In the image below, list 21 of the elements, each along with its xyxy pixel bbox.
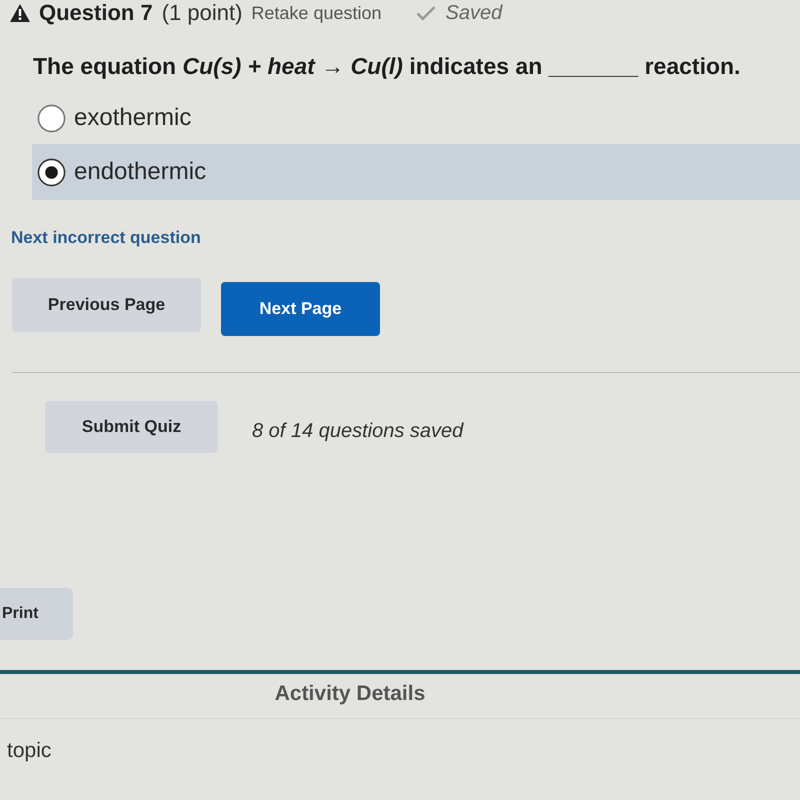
answer-option[interactable]: endothermic	[32, 144, 800, 200]
previous-page-button[interactable]: Previous Page	[12, 278, 201, 332]
saved-status: Saved	[446, 2, 502, 24]
check-icon	[414, 4, 436, 22]
submit-quiz-button[interactable]: Submit Quiz	[45, 401, 218, 453]
question-points: (1 point)	[162, 0, 242, 26]
next-incorrect-question-link[interactable]: Next incorrect question	[11, 228, 201, 248]
radio-button-icon[interactable]	[37, 158, 66, 186]
activity-details-heading: Activity Details	[274, 682, 426, 706]
answer-option[interactable]: exothermic	[32, 92, 800, 144]
retake-question-link[interactable]: Retake question	[251, 2, 382, 24]
next-page-button[interactable]: Next Page	[221, 282, 380, 336]
questions-saved-count: 8 of 14 questions saved	[252, 420, 464, 442]
warning-icon	[10, 4, 30, 22]
option-label: endothermic	[74, 158, 206, 186]
option-label: exothermic	[74, 104, 192, 132]
radio-button-icon[interactable]	[37, 104, 66, 132]
question-text: The equation Cu(s) + heat → Cu(l) indicates an _______ reaction.	[33, 53, 740, 80]
topic-label: topic	[7, 739, 52, 763]
print-button[interactable]: Print	[0, 588, 73, 640]
question-title: Question 7	[39, 0, 153, 26]
